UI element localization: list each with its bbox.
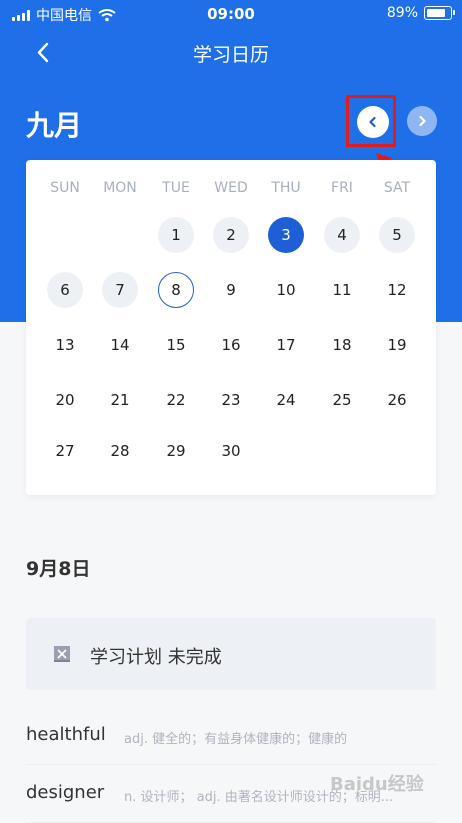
study-plan-card[interactable]: 学习计划 未完成 [26, 618, 436, 690]
calendar-day[interactable]: 19 [379, 327, 415, 363]
weekday-label: SAT [383, 180, 411, 196]
calendar-day[interactable]: 30 [213, 433, 249, 469]
calendar-day[interactable]: 7 [102, 272, 138, 308]
calendar-day[interactable]: 22 [158, 382, 194, 418]
next-month-button[interactable] [407, 106, 437, 136]
nav-bar: 学习日历 [0, 28, 462, 78]
weekday-label: MON [103, 180, 137, 196]
annotation-highlight-box [346, 95, 396, 147]
weekday-header: SUN MON TUE WED THU FRI SAT [26, 180, 436, 200]
battery-percent: 89% [386, 5, 418, 21]
calendar-day[interactable]: 8 [158, 272, 194, 308]
calendar-card: SUN MON TUE WED THU FRI SAT 1 2 3 4 5 6 7 8 9 10 11 12 13 1… [26, 160, 436, 495]
calendar-day[interactable]: 11 [324, 272, 360, 308]
month-label: 九月 [26, 109, 83, 142]
calendar-day[interactable]: 9 [213, 272, 249, 308]
watermark: Baidu经验 [330, 774, 424, 795]
calendar-day[interactable]: 17 [268, 327, 304, 363]
calendar-day[interactable]: 4 [324, 217, 360, 253]
calendar-day[interactable]: 10 [268, 272, 304, 308]
calendar-day[interactable]: 6 [47, 272, 83, 308]
calendar-day[interactable]: 3 [268, 217, 304, 253]
calendar-day[interactable]: 14 [102, 327, 138, 363]
word-meaning: adj. 健全的；有益身体健康的；健康的 [124, 732, 348, 747]
page-title: 学习日历 [192, 44, 269, 66]
calendar-day[interactable]: 1 [158, 217, 194, 253]
word-text: healthful [26, 724, 106, 745]
calendar-day[interactable]: 27 [47, 433, 83, 469]
weekday-label: SUN [50, 180, 80, 196]
word-row[interactable]: healthful adj. 健全的；有益身体健康的；健康的 [26, 708, 436, 765]
calendar-day[interactable]: 26 [379, 382, 415, 418]
status-bar: 中国电信 09:00 89% [0, 0, 462, 28]
calendar-day[interactable]: 16 [213, 327, 249, 363]
calendar-day[interactable]: 25 [324, 382, 360, 418]
calendar-day[interactable]: 12 [379, 272, 415, 308]
incomplete-plan-icon [54, 646, 70, 662]
calendar-day[interactable]: 13 [47, 327, 83, 363]
calendar-day[interactable]: 24 [268, 382, 304, 418]
weekday-label: FRI [331, 180, 353, 196]
calendar-day[interactable]: 18 [324, 327, 360, 363]
calendar-day[interactable]: 28 [102, 433, 138, 469]
calendar-day[interactable]: 20 [47, 382, 83, 418]
calendar-day[interactable]: 29 [158, 433, 194, 469]
chevron-right-icon [419, 115, 426, 127]
calendar-day[interactable]: 5 [379, 217, 415, 253]
battery-icon [424, 6, 455, 20]
weekday-label: TUE [162, 180, 190, 196]
weekday-label: THU [271, 180, 301, 196]
study-plan-status: 学习计划 未完成 [90, 647, 222, 668]
word-text: designer [26, 782, 105, 803]
weekday-label: WED [214, 180, 248, 196]
calendar-day[interactable]: 21 [102, 382, 138, 418]
calendar-day[interactable]: 23 [213, 382, 249, 418]
calendar-day[interactable]: 15 [158, 327, 194, 363]
selected-date-label: 9月8日 [26, 558, 91, 580]
calendar-day[interactable]: 2 [213, 217, 249, 253]
